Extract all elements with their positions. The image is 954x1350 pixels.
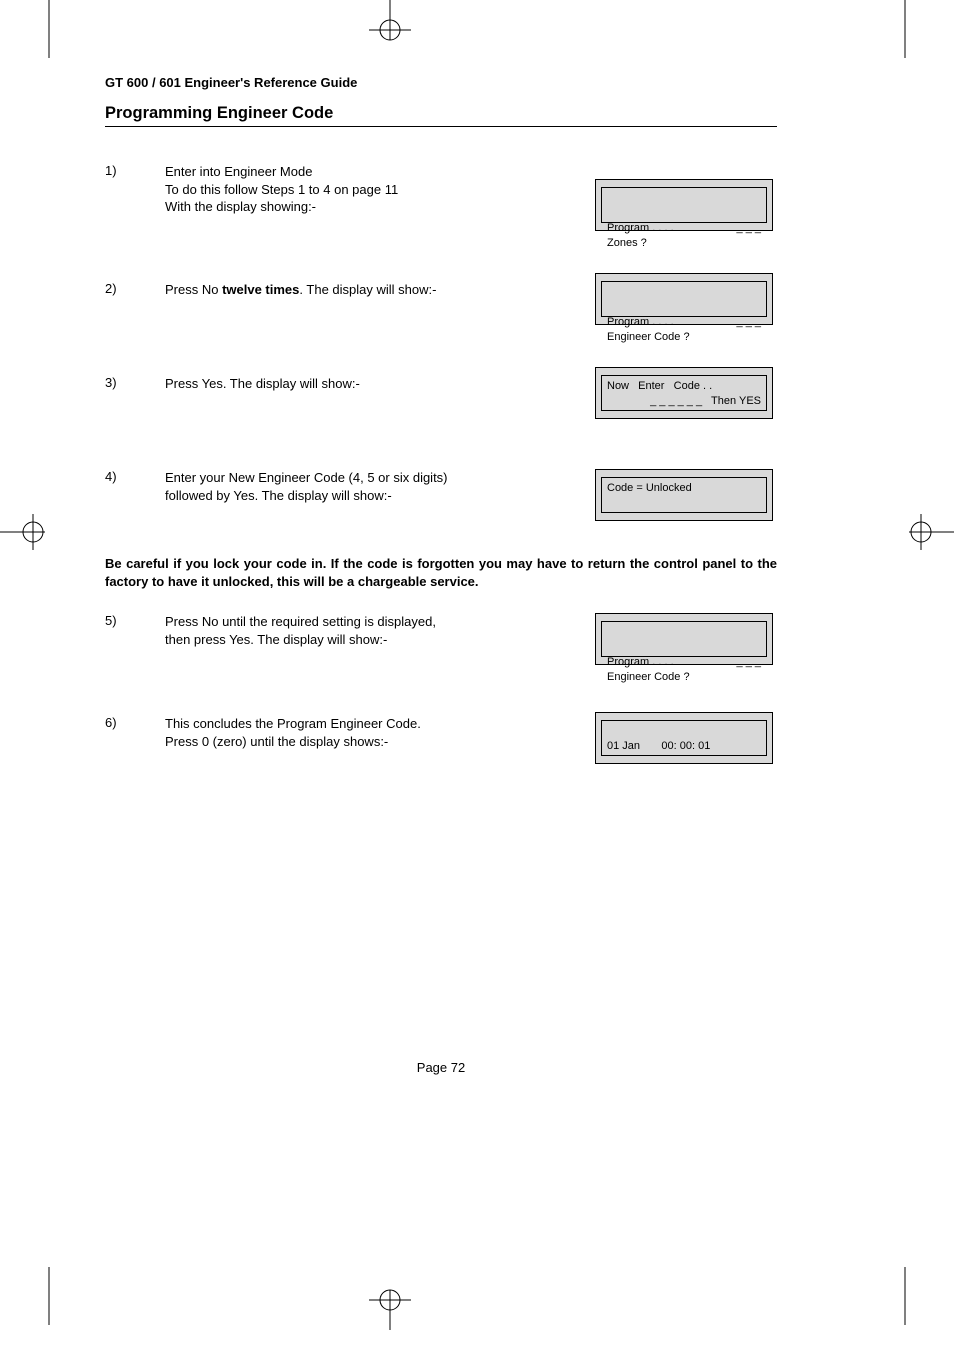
lcd-line: Engineer Code ? xyxy=(607,671,690,683)
registration-mark-bottom xyxy=(355,1280,425,1330)
step-number: 4) xyxy=(105,469,165,484)
registration-mark-left xyxy=(0,510,55,555)
step-4: 4) Enter your New Engineer Code (4, 5 or… xyxy=(105,469,777,521)
lcd-display: Program . . . ._ _ _Engineer Code ? xyxy=(595,273,773,325)
step-6: 6) This concludes the Program Engineer C… xyxy=(105,715,777,764)
lcd-display: Code = Unlocked xyxy=(595,469,773,521)
lcd-line: _ _ _ xyxy=(737,655,761,670)
step-text: Enter into Engineer Mode To do this foll… xyxy=(165,163,475,216)
text-line: Press 0 (zero) until the display shows:- xyxy=(165,734,388,749)
crop-mark-bl xyxy=(48,1267,50,1325)
step-text: Press Yes. The display will show:- xyxy=(165,375,475,393)
text-span: . The display will show:- xyxy=(299,282,436,297)
step-number: 1) xyxy=(105,163,165,178)
step-text: This concludes the Program Engineer Code… xyxy=(165,715,475,750)
text-line: Enter your New Engineer Code (4, 5 or si… xyxy=(165,470,448,485)
step-2: 2) Press No twelve times. The display wi… xyxy=(105,281,777,325)
step-1: 1) Enter into Engineer Mode To do this f… xyxy=(105,163,777,231)
step-3: 3) Press Yes. The display will show:- No… xyxy=(105,375,777,419)
lcd-line: Program . . . . xyxy=(607,221,674,236)
step-text: Press No until the required setting is d… xyxy=(165,613,475,648)
text-line: To do this follow Steps 1 to 4 on page 1… xyxy=(165,182,398,197)
lcd-line: Program . . . . xyxy=(607,315,674,330)
step-number: 3) xyxy=(105,375,165,390)
text-span: Press No xyxy=(165,282,222,297)
step-number: 5) xyxy=(105,613,165,628)
text-bold: twelve times xyxy=(222,282,299,297)
step-text: Enter your New Engineer Code (4, 5 or si… xyxy=(165,469,475,504)
text-line: With the display showing:- xyxy=(165,199,316,214)
lcd-line: 01 Jan 00: 00: 01 xyxy=(607,740,710,752)
lcd-display: 01 Jan 00: 00: 01 xyxy=(595,712,773,764)
text-line: Press No until the required setting is d… xyxy=(165,614,436,629)
lcd-display: Program . . . ._ _ _Zones ? xyxy=(595,179,773,231)
text-line: Enter into Engineer Mode xyxy=(165,164,312,179)
lcd-line: Zones ? xyxy=(607,237,647,249)
crop-mark-tr xyxy=(904,0,906,58)
lcd-line: Code = Unlocked xyxy=(607,482,692,494)
lcd-line: _ _ _ xyxy=(737,221,761,236)
warning-text: Be careful if you lock your code in. If … xyxy=(105,555,777,591)
text-line: then press Yes. The display will show:- xyxy=(165,632,387,647)
lcd-display: Now Enter Code . . _ _ _ _ _ _ Then YES xyxy=(595,367,773,419)
lcd-line: _ _ _ xyxy=(737,315,761,330)
step-number: 6) xyxy=(105,715,165,730)
crop-mark-tl xyxy=(48,0,50,58)
text-line: This concludes the Program Engineer Code… xyxy=(165,716,421,731)
section-title: Programming Engineer Code xyxy=(105,104,777,127)
lcd-line: Program . . . . xyxy=(607,655,674,670)
registration-mark-right xyxy=(899,510,954,555)
registration-mark-top xyxy=(355,0,425,50)
step-number: 2) xyxy=(105,281,165,296)
lcd-line: Engineer Code ? xyxy=(607,331,690,343)
document-header: GT 600 / 601 Engineer's Reference Guide xyxy=(105,75,777,90)
text-line: followed by Yes. The display will show:- xyxy=(165,488,392,503)
lcd-line: Now Enter Code . . xyxy=(607,380,712,392)
crop-mark-br xyxy=(904,1267,906,1325)
step-text: Press No twelve times. The display will … xyxy=(165,281,475,299)
lcd-display: Program . . . ._ _ _Engineer Code ? xyxy=(595,613,773,665)
lcd-line: _ _ _ _ _ _ Then YES xyxy=(607,394,761,409)
page-number: Page 72 xyxy=(105,1060,777,1075)
step-5: 5) Press No until the required setting i… xyxy=(105,613,777,665)
